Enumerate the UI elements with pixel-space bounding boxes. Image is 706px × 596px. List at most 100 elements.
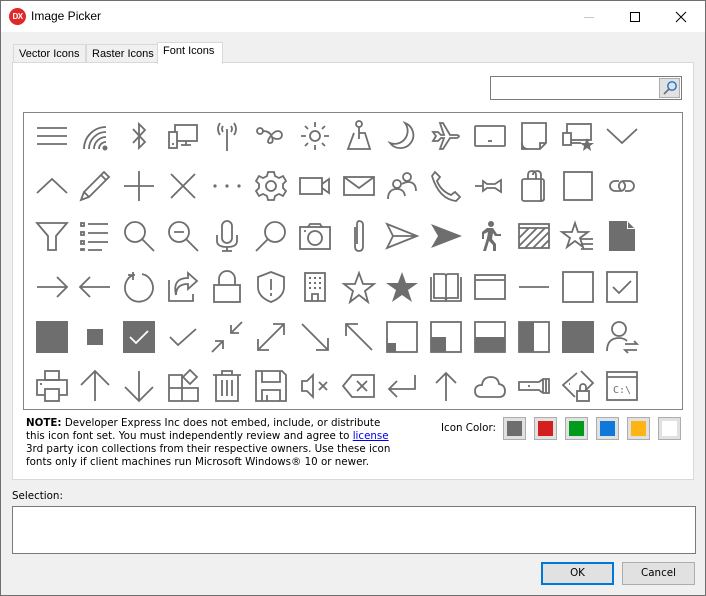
tab-font-icons[interactable]: Font Icons (157, 42, 223, 64)
icon-cell[interactable] (251, 216, 291, 256)
icon-cell[interactable] (470, 166, 510, 206)
icon-cell[interactable] (470, 366, 510, 406)
icon-cell[interactable] (295, 267, 335, 307)
icon-cell[interactable] (602, 267, 642, 307)
icon-cell[interactable] (207, 366, 247, 406)
icon-cell[interactable] (514, 317, 554, 357)
icon-cell[interactable] (514, 166, 554, 206)
icon-cell[interactable] (470, 317, 510, 357)
icon-cell[interactable] (470, 267, 510, 307)
icon-cell[interactable] (75, 267, 115, 307)
icon-cell[interactable] (558, 267, 598, 307)
color-swatch-blue[interactable] (596, 417, 619, 440)
icon-cell[interactable] (32, 216, 72, 256)
icon-cell[interactable] (426, 366, 466, 406)
color-swatch-red[interactable] (534, 417, 557, 440)
icon-cell[interactable] (339, 166, 379, 206)
icon-cell[interactable] (426, 166, 466, 206)
color-swatch-gray[interactable] (503, 417, 526, 440)
selection-field[interactable] (12, 506, 696, 554)
cancel-button[interactable]: Cancel (622, 562, 695, 585)
icon-cell[interactable] (75, 116, 115, 156)
icon-cell[interactable] (251, 166, 291, 206)
icon-cell[interactable] (382, 267, 422, 307)
icon-cell[interactable]: C:\ (602, 366, 642, 406)
icon-cell[interactable] (32, 317, 72, 357)
icon-cell[interactable] (339, 366, 379, 406)
close-button[interactable] (658, 1, 704, 32)
icon-cell[interactable] (558, 317, 598, 357)
icon-cell[interactable] (251, 366, 291, 406)
icon-cell[interactable] (602, 216, 642, 256)
icon-cell[interactable] (514, 366, 554, 406)
icon-cell[interactable] (295, 216, 335, 256)
minimize-button[interactable] (566, 1, 612, 32)
icon-cell[interactable] (207, 166, 247, 206)
icon-gallery[interactable]: C:\ (23, 112, 683, 410)
icon-cell[interactable] (339, 216, 379, 256)
icon-cell[interactable] (426, 216, 466, 256)
icon-cell[interactable] (32, 267, 72, 307)
icon-cell[interactable] (382, 116, 422, 156)
icon-cell[interactable] (295, 116, 335, 156)
icon-cell[interactable] (382, 216, 422, 256)
ok-button[interactable]: OK (541, 562, 614, 585)
icon-cell[interactable] (514, 216, 554, 256)
icon-cell[interactable] (382, 366, 422, 406)
icon-cell[interactable] (32, 116, 72, 156)
license-link[interactable]: license (353, 430, 389, 442)
icon-cell[interactable] (295, 366, 335, 406)
icon-cell[interactable] (426, 267, 466, 307)
icon-cell[interactable] (558, 116, 598, 156)
icon-cell[interactable] (295, 166, 335, 206)
icon-cell[interactable] (339, 116, 379, 156)
color-swatch-orange[interactable] (627, 417, 650, 440)
icon-cell[interactable] (207, 317, 247, 357)
icon-cell[interactable] (339, 267, 379, 307)
icon-cell[interactable] (295, 317, 335, 357)
icon-cell[interactable] (163, 267, 203, 307)
icon-cell[interactable] (514, 267, 554, 307)
search-input[interactable] (493, 79, 657, 97)
color-swatch-green[interactable] (565, 417, 588, 440)
icon-cell[interactable] (163, 116, 203, 156)
icon-cell[interactable] (558, 216, 598, 256)
icon-cell[interactable] (426, 116, 466, 156)
search-field[interactable] (490, 76, 682, 100)
icon-cell[interactable] (514, 116, 554, 156)
icon-cell[interactable] (558, 366, 598, 406)
icon-cell[interactable] (382, 166, 422, 206)
tab-raster-icons[interactable]: Raster Icons (86, 44, 158, 64)
color-swatch-white[interactable] (658, 417, 681, 440)
icon-cell[interactable] (32, 366, 72, 406)
icon-cell[interactable] (119, 317, 159, 357)
icon-cell[interactable] (602, 317, 642, 357)
icon-cell[interactable] (339, 317, 379, 357)
icon-cell[interactable] (75, 166, 115, 206)
icon-cell[interactable] (163, 166, 203, 206)
icon-cell[interactable] (119, 166, 159, 206)
icon-cell[interactable] (558, 166, 598, 206)
search-button[interactable] (659, 78, 680, 98)
icon-cell[interactable] (251, 267, 291, 307)
icon-cell[interactable] (75, 366, 115, 406)
icon-cell[interactable] (75, 216, 115, 256)
icon-cell[interactable] (163, 366, 203, 406)
icon-cell[interactable] (602, 116, 642, 156)
icon-cell[interactable] (251, 116, 291, 156)
icon-cell[interactable] (470, 116, 510, 156)
icon-cell[interactable] (32, 166, 72, 206)
icon-cell[interactable] (163, 216, 203, 256)
icon-cell[interactable] (382, 317, 422, 357)
icon-cell[interactable] (602, 166, 642, 206)
icon-cell[interactable] (119, 267, 159, 307)
icon-cell[interactable] (426, 317, 466, 357)
icon-cell[interactable] (470, 216, 510, 256)
icon-cell[interactable] (119, 116, 159, 156)
icon-cell[interactable] (207, 267, 247, 307)
icon-cell[interactable] (207, 116, 247, 156)
icon-cell[interactable] (207, 216, 247, 256)
tab-vector-icons[interactable]: Vector Icons (13, 44, 86, 64)
icon-cell[interactable] (119, 366, 159, 406)
icon-cell[interactable] (119, 216, 159, 256)
